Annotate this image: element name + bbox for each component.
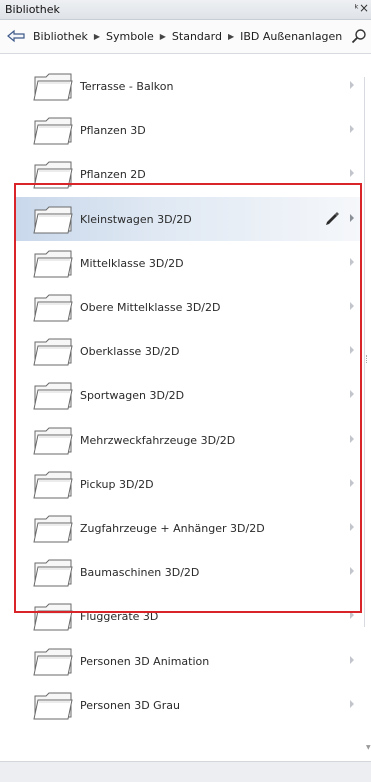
- folder-item[interactable]: Mittelklasse 3D/2D: [16, 241, 360, 285]
- footer-bar: [0, 761, 371, 782]
- folder-icon: [33, 646, 73, 678]
- folder-item[interactable]: Sportwagen 3D/2D: [16, 373, 360, 417]
- expand-arrow-icon[interactable]: [350, 302, 354, 310]
- triangle-right-icon[interactable]: ▶: [160, 32, 166, 41]
- folder-item[interactable]: Personen 3D Grau: [16, 683, 360, 727]
- folder-label: Pflanzen 2D: [80, 168, 146, 182]
- folder-icon: [33, 469, 73, 501]
- folder-item[interactable]: Fluggeräte 3D: [16, 594, 360, 638]
- expand-arrow-icon[interactable]: [350, 346, 354, 355]
- folder-item[interactable]: Pflanzen 2D: [16, 152, 360, 196]
- folder-icon: [33, 71, 73, 103]
- folder-item[interactable]: Terrasse - Balkon: [16, 64, 360, 108]
- search-icon[interactable]: [351, 28, 367, 44]
- folder-label: Pickup 3D/2D: [80, 477, 154, 491]
- expand-arrow-icon[interactable]: [350, 81, 354, 89]
- folder-label: Zugfahrzeuge + Anhänger 3D/2D: [80, 522, 265, 535]
- folder-label: Personen 3D Animation: [80, 654, 210, 668]
- window-title: Bibliothek: [5, 3, 60, 16]
- scroll-down-icon[interactable]: ▼: [366, 744, 371, 751]
- breadcrumb-path: Bibliothek ▶ Symbole ▶ Standard ▶ IBD Außenanl…: [33, 30, 342, 43]
- folder-icon: [33, 336, 73, 368]
- expand-arrow-icon[interactable]: [350, 390, 354, 399]
- triangle-right-icon[interactable]: ▶: [228, 32, 234, 41]
- folder-item[interactable]: Mehrzweckfahrzeuge 3D/2D: [16, 418, 360, 462]
- folder-label: Oberklasse 3D/2D: [80, 345, 180, 359]
- folder-item[interactable]: Personen 3D Animation: [16, 639, 360, 683]
- title-bar: Bibliothek ᵏ ×: [0, 0, 371, 20]
- expand-arrow-icon[interactable]: [350, 125, 354, 134]
- folder-list: Terrasse - Balkon Pflanzen 3D Pflanzen 2D K…: [16, 64, 360, 753]
- folder-icon: [33, 204, 73, 236]
- expand-arrow-icon[interactable]: [350, 257, 354, 266]
- expand-arrow-icon[interactable]: [350, 655, 354, 664]
- folder-label: Pflanzen 3D: [80, 124, 146, 138]
- folder-item[interactable]: Kleinstwagen 3D/2D: [16, 196, 360, 241]
- expand-arrow-icon[interactable]: [350, 523, 354, 531]
- folder-item[interactable]: Oberklasse 3D/2D: [16, 329, 360, 373]
- folder-icon: [33, 513, 73, 545]
- folder-icon: [33, 380, 73, 412]
- folder-item[interactable]: Zugfahrzeuge + Anhänger 3D/2D: [16, 506, 360, 550]
- folder-label: Mehrzweckfahrzeuge 3D/2D: [80, 433, 236, 447]
- expand-arrow-icon[interactable]: [350, 567, 354, 576]
- close-icon[interactable]: ×: [359, 1, 369, 15]
- triangle-right-icon[interactable]: ▶: [94, 32, 100, 41]
- breadcrumb-item[interactable]: IBD Außenanlagen: [240, 30, 342, 43]
- folder-icon: [33, 425, 73, 457]
- resize-grip[interactable]: [366, 355, 371, 363]
- breadcrumb-item[interactable]: Bibliothek: [33, 30, 88, 43]
- expand-arrow-icon[interactable]: [350, 434, 354, 443]
- folder-label: Kleinstwagen 3D/2D: [80, 212, 192, 226]
- list-border: [364, 77, 365, 627]
- expand-arrow-icon[interactable]: [350, 169, 354, 178]
- folder-label: Mittelklasse 3D/2D: [80, 256, 184, 270]
- folder-icon: [33, 248, 73, 280]
- folder-icon: [33, 690, 73, 722]
- folder-item[interactable]: Baumaschinen 3D/2D: [16, 550, 360, 594]
- folder-item[interactable]: Pickup 3D/2D: [16, 462, 360, 506]
- folder-icon: [33, 115, 73, 147]
- back-arrow-icon[interactable]: [6, 27, 26, 45]
- folder-item[interactable]: Pflanzen 3D: [16, 108, 360, 152]
- folder-icon: [33, 601, 73, 633]
- folder-icon: [33, 557, 73, 589]
- folder-label: Fluggeräte 3D: [80, 610, 159, 624]
- folder-label: Baumaschinen 3D/2D: [80, 566, 200, 580]
- folder-label: Terrasse - Balkon: [80, 80, 174, 93]
- expand-arrow-icon[interactable]: [350, 611, 354, 620]
- folder-label: Sportwagen 3D/2D: [80, 389, 185, 403]
- pencil-icon[interactable]: [324, 210, 340, 226]
- expand-arrow-icon[interactable]: [350, 478, 354, 487]
- folder-icon: [33, 159, 73, 191]
- folder-label: Personen 3D Grau: [80, 698, 180, 712]
- expand-arrow-icon[interactable]: [350, 699, 354, 708]
- folder-icon: [33, 292, 73, 324]
- breadcrumb-item[interactable]: Standard: [172, 30, 222, 43]
- folder-item[interactable]: Obere Mittelklasse 3D/2D: [16, 285, 360, 329]
- breadcrumb-item[interactable]: Symbole: [106, 30, 154, 43]
- breadcrumb: Bibliothek ▶ Symbole ▶ Standard ▶ IBD Außenanl…: [0, 20, 371, 54]
- folder-label: Obere Mittelklasse 3D/2D: [80, 301, 221, 314]
- expand-arrow-icon[interactable]: [350, 213, 354, 222]
